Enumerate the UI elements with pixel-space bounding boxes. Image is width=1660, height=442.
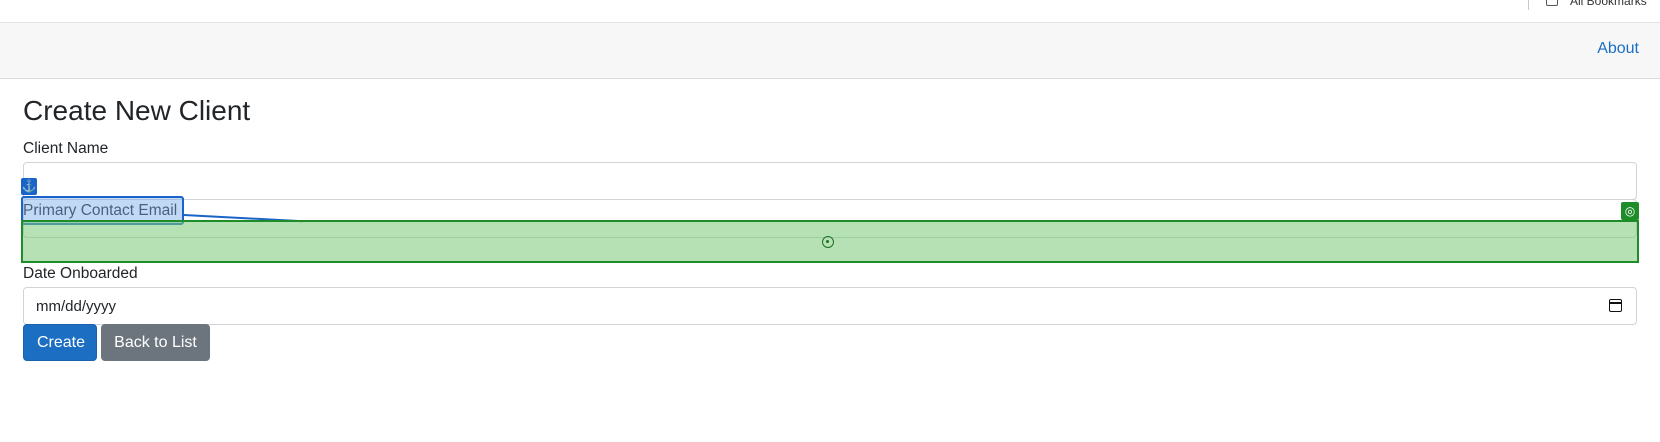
top-navbar: About <box>0 23 1660 79</box>
bookmarks-separator <box>1528 0 1529 10</box>
target-icon: ◎ <box>1621 202 1639 220</box>
anchor-icon: ⚓ <box>21 178 37 195</box>
create-button[interactable]: Create <box>23 324 97 361</box>
calendar-icon[interactable] <box>1609 299 1622 312</box>
client-name-label: Client Name <box>23 140 109 157</box>
date-placeholder: mm/dd/yyyy <box>36 298 117 315</box>
date-onboarded-input[interactable]: mm/dd/yyyy <box>23 287 1637 325</box>
browser-bookmarks-bar: All Bookmarks <box>0 0 1660 23</box>
back-to-list-button[interactable]: Back to List <box>101 324 210 361</box>
all-bookmarks-label[interactable]: All Bookmarks <box>1570 0 1647 8</box>
date-onboarded-label: Date Onboarded <box>23 265 138 282</box>
page-title: Create New Client <box>23 95 251 126</box>
folder-icon[interactable] <box>1546 0 1558 6</box>
crosshair-icon <box>822 236 834 248</box>
nav-link-about[interactable]: About <box>1597 40 1639 58</box>
client-name-input[interactable] <box>23 162 1637 200</box>
